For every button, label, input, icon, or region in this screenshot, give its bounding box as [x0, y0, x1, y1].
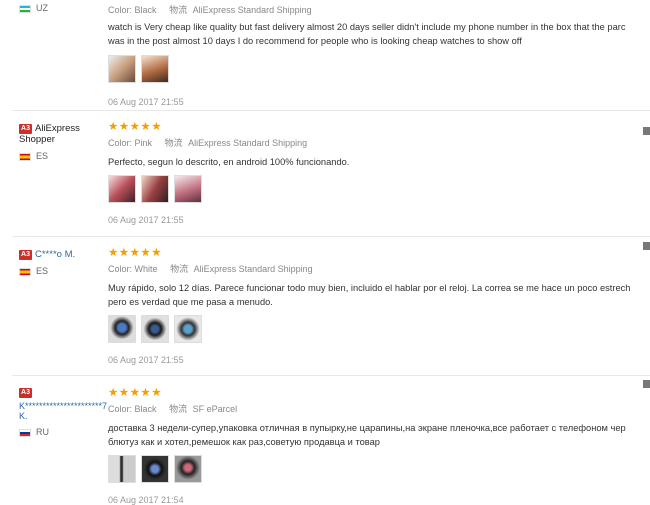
- report-icon[interactable]: [643, 380, 650, 388]
- report-icon[interactable]: [643, 242, 650, 250]
- review-content: ★★★★★ Color: Pink 物流 AliExpress Standard…: [108, 121, 650, 225]
- review-meta: Color: White 物流 AliExpress Standard Ship…: [108, 264, 313, 274]
- review-photos: [108, 55, 650, 85]
- buyer-level-badge: A3: [19, 123, 32, 134]
- review-text: Muy rápido, solo 12 días. Parece funcion…: [108, 283, 631, 307]
- review-photo-thumb[interactable]: [174, 315, 202, 343]
- review-meta: Color: Black 物流 SF eParcel: [108, 404, 238, 414]
- flag-es-icon: [19, 267, 31, 276]
- review-photo-thumb[interactable]: [108, 315, 136, 343]
- flag-ru-icon: [19, 428, 31, 437]
- review-text: watch is Very cheap like quality but fas…: [108, 22, 626, 46]
- review-meta: Color: Black 物流 AliExpress Standard Ship…: [108, 5, 312, 15]
- review-content: ★★★★★ Color: White 物流 AliExpress Standar…: [108, 247, 650, 365]
- reviewer-country: RU: [19, 427, 109, 437]
- review-date: 06 Aug 2017 21:55: [108, 355, 184, 365]
- buyer-level-badge: A3: [19, 388, 32, 399]
- review-photos: [108, 315, 650, 345]
- review-date: 06 Aug 2017 21:55: [108, 97, 184, 107]
- review-divider: [12, 375, 650, 376]
- review-photo-thumb[interactable]: [108, 55, 136, 83]
- review-photo-thumb[interactable]: [174, 455, 202, 483]
- review-date: 06 Aug 2017 21:55: [108, 215, 184, 225]
- review-photo-thumb[interactable]: [141, 175, 169, 203]
- review-meta: Color: Pink 物流 AliExpress Standard Shipp…: [108, 138, 308, 148]
- flag-uz-icon: [19, 4, 31, 13]
- review-divider: [12, 236, 650, 237]
- reviewer-country: UZ: [19, 3, 109, 13]
- reviewer-name[interactable]: K**********************7 K.: [19, 401, 109, 421]
- rating-stars: ★★★★★: [108, 387, 163, 399]
- reviewer-info: UZ: [19, 3, 109, 13]
- reviewer-info: A3 K**********************7 K. RU: [19, 388, 109, 437]
- review-photo-thumb[interactable]: [141, 455, 169, 483]
- review-content: Color: Black 物流 AliExpress Standard Ship…: [108, 0, 650, 107]
- review-content: ★★★★★ Color: Black 物流 SF eParcel доставк…: [108, 387, 650, 505]
- review-divider: [12, 110, 650, 111]
- rating-stars: ★★★★★: [108, 121, 163, 133]
- review-photo-thumb[interactable]: [108, 175, 136, 203]
- reviewer-country: ES: [19, 266, 109, 276]
- review-photo-thumb[interactable]: [141, 315, 169, 343]
- review-photo-thumb[interactable]: [141, 55, 169, 83]
- reviewer-country: ES: [19, 151, 109, 161]
- rating-stars: ★★★★★: [108, 247, 163, 259]
- review-photo-thumb[interactable]: [174, 175, 202, 203]
- flag-es-icon: [19, 152, 31, 161]
- review-photos: [108, 455, 650, 485]
- review-text: доставка 3 недели-супер,упаковка отлична…: [108, 423, 626, 447]
- buyer-level-badge: A3: [19, 249, 32, 260]
- reviewer-info: A3 AliExpress Shopper ES: [19, 123, 109, 161]
- review-text: Perfecto, segun lo descrito, en android …: [108, 157, 350, 167]
- review-photo-thumb[interactable]: [108, 455, 136, 483]
- report-icon[interactable]: [643, 127, 650, 135]
- reviewer-name[interactable]: C****o M.: [35, 249, 75, 260]
- review-photos: [108, 175, 650, 205]
- reviewer-info: A3 C****o M. ES: [19, 249, 109, 276]
